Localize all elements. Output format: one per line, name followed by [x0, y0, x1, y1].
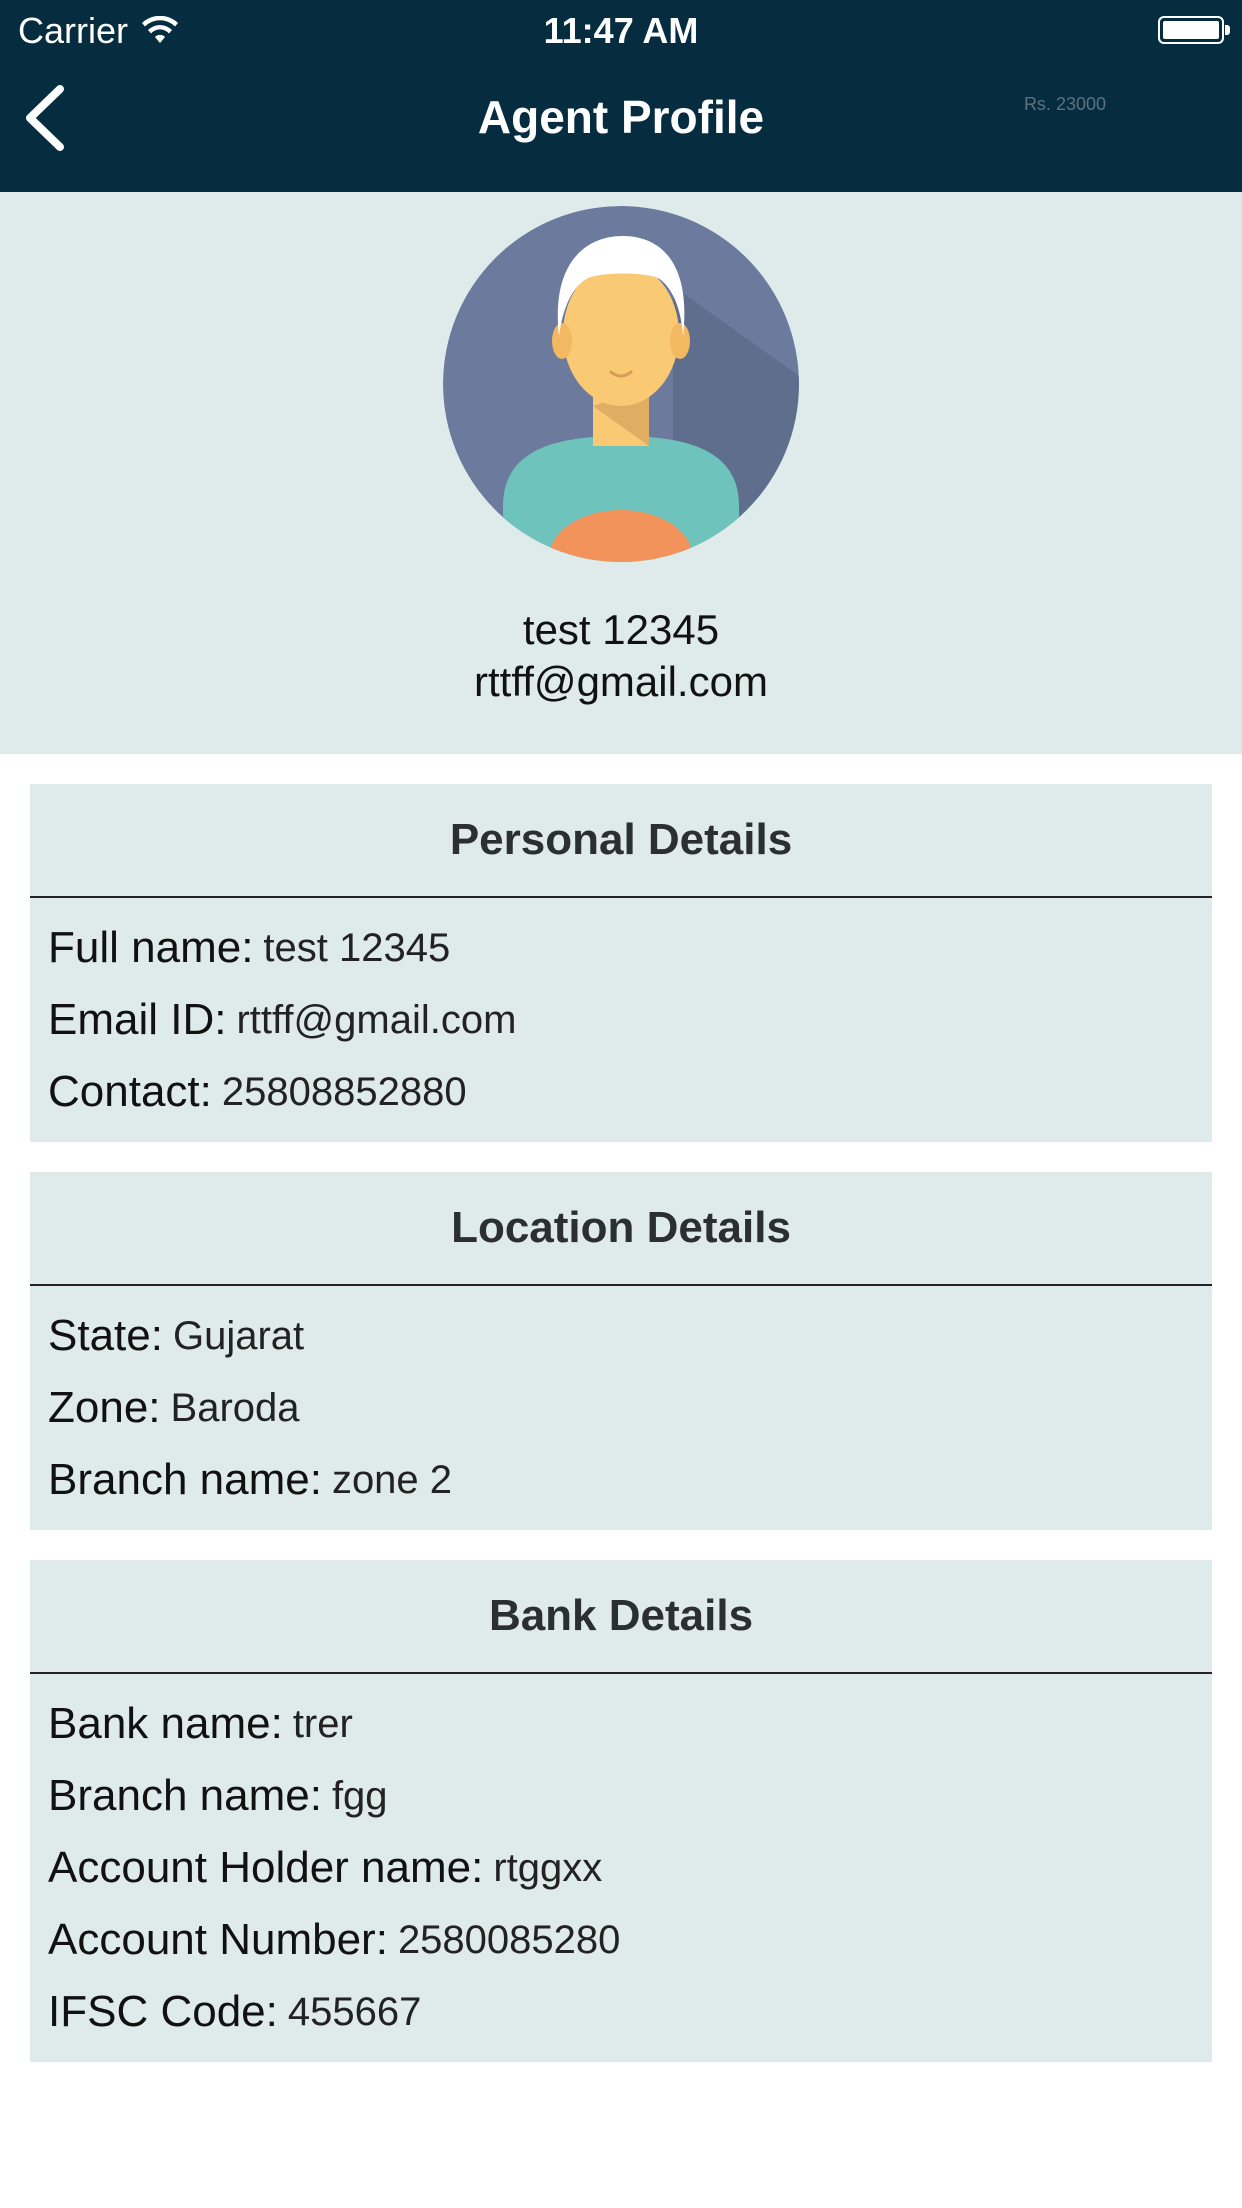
detail-row: Branch name: fgg — [48, 1760, 1194, 1832]
field-value: rttff@gmail.com — [236, 997, 517, 1042]
detail-row: Account Holder name: rtggxx — [48, 1832, 1194, 1904]
field-value: 455667 — [287, 1989, 422, 2034]
field-label: Contact: — [48, 1067, 212, 1116]
profile-email: rttff@gmail.com — [474, 658, 768, 705]
location-details-card: Location Details State: Gujarat Zone: Ba… — [30, 1172, 1212, 1530]
detail-row: Bank name: trer — [48, 1688, 1194, 1760]
field-label: Branch name: — [48, 1771, 322, 1820]
profile-name: test 12345 — [522, 606, 720, 653]
details-list: Personal Details Full name: test 12345 E… — [0, 754, 1242, 2062]
field-value: Gujarat — [172, 1313, 305, 1358]
field-label: Full name: — [48, 923, 254, 972]
balance-label: Rs. 23000 — [1023, 94, 1106, 114]
detail-row: Email ID: rttff@gmail.com — [48, 984, 1194, 1056]
field-value: zone 2 — [331, 1457, 453, 1502]
field-value: 2580085280 — [397, 1917, 621, 1962]
card-body: Bank name: trer Branch name: fgg Account… — [30, 1674, 1212, 2062]
battery-icon — [1158, 16, 1230, 44]
field-label: Bank name: — [48, 1699, 283, 1748]
field-label: IFSC Code: — [48, 1987, 278, 2036]
field-label: State: — [48, 1311, 163, 1360]
field-label: Account Number: — [48, 1915, 388, 1964]
detail-row: Branch name: zone 2 — [48, 1444, 1194, 1516]
card-body: Full name: test 12345 Email ID: rttff@gm… — [30, 898, 1212, 1142]
field-label: Zone: — [48, 1383, 161, 1432]
field-value: Baroda — [170, 1385, 300, 1430]
clock: 11:47 AM — [543, 10, 699, 51]
user-avatar-icon — [443, 206, 799, 562]
field-label: Email ID: — [48, 995, 227, 1044]
field-value: rtggxx — [493, 1845, 603, 1890]
top-bar: Carrier 11:47 AM Agent Profile Rs. 23000 — [0, 0, 1242, 192]
field-label: Account Holder name: — [48, 1843, 484, 1892]
detail-row: Full name: test 12345 — [48, 912, 1194, 984]
detail-row: IFSC Code: 455667 — [48, 1976, 1194, 2048]
detail-row: State: Gujarat — [48, 1300, 1194, 1372]
navigation-bar: Agent Profile Rs. 23000 — [0, 62, 1242, 192]
section-title: Location Details — [30, 1172, 1212, 1286]
section-title: Bank Details — [30, 1560, 1212, 1674]
card-body: State: Gujarat Zone: Baroda Branch name:… — [30, 1286, 1212, 1530]
personal-details-card: Personal Details Full name: test 12345 E… — [30, 784, 1212, 1142]
detail-row: Account Number: 2580085280 — [48, 1904, 1194, 1976]
profile-header: test 12345 rttff@gmail.com — [0, 192, 1242, 754]
detail-row: Contact: 25808852880 — [48, 1056, 1194, 1128]
field-value: trer — [292, 1701, 353, 1746]
field-value: 25808852880 — [221, 1069, 467, 1114]
status-bar: Carrier 11:47 AM — [0, 0, 1242, 62]
field-value: test 12345 — [263, 925, 451, 970]
section-title: Personal Details — [30, 784, 1212, 898]
field-label: Branch name: — [48, 1455, 322, 1504]
bank-details-card: Bank Details Bank name: trer Branch name… — [30, 1560, 1212, 2062]
field-value: fgg — [331, 1773, 388, 1818]
detail-row: Zone: Baroda — [48, 1372, 1194, 1444]
